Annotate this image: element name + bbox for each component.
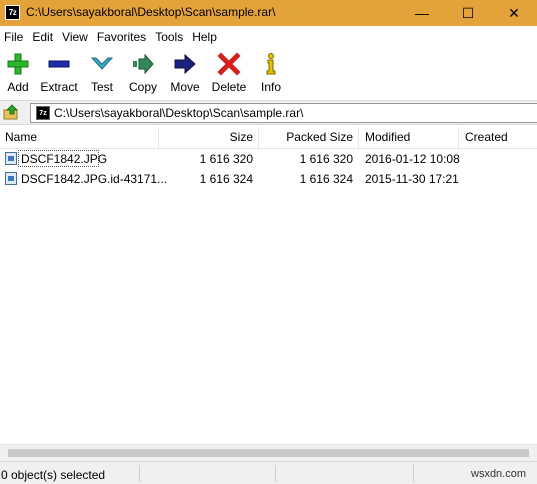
move-arrow-icon: [174, 53, 196, 75]
info-label: Info: [260, 80, 281, 94]
delete-label: Delete: [211, 80, 247, 94]
address-bar: 7z C:\Users\sayakboral\Desktop\Scan\samp…: [0, 100, 537, 125]
delete-x-icon: [217, 52, 241, 76]
add-button[interactable]: Add: [0, 48, 36, 98]
info-button[interactable]: Info: [252, 48, 290, 98]
menu-edit[interactable]: Edit: [28, 30, 58, 44]
menu-file[interactable]: File: [0, 30, 28, 44]
watermark-text: wsxdn.com: [471, 468, 527, 480]
column-divider[interactable]: [258, 127, 259, 148]
file-modified: 2015-11-30 17:21: [365, 172, 459, 186]
file-icon: [5, 172, 17, 185]
delete-button[interactable]: Delete: [206, 48, 252, 98]
copy-label: Copy: [128, 80, 157, 94]
test-label: Test: [90, 80, 113, 94]
path-text: C:\Users\sayakboral\Desktop\Scan\sample.…: [54, 106, 304, 120]
table-row[interactable]: DSCF1842.JPG 1 616 320 1 616 320 2016-01…: [0, 149, 537, 169]
column-name[interactable]: Name: [5, 130, 37, 144]
file-name: DSCF1842.JPG: [21, 152, 108, 166]
test-button[interactable]: Test: [82, 48, 122, 98]
app-icon: 7z: [5, 5, 20, 20]
table-row[interactable]: DSCF1842.JPG.id-43171... 1 616 324 1 616…: [0, 169, 537, 189]
menu-tools[interactable]: Tools: [151, 30, 188, 44]
horizontal-scrollbar[interactable]: [0, 444, 537, 461]
menu-bar: File Edit View Favorites Tools Help: [0, 26, 537, 48]
file-modified: 2016-01-12 10:08: [365, 152, 460, 166]
file-packed-size: 1 616 320: [299, 152, 353, 166]
menu-favorites[interactable]: Favorites: [93, 30, 151, 44]
file-name: DSCF1842.JPG.id-43171...: [21, 172, 168, 186]
archive-icon: 7z: [36, 106, 50, 120]
column-divider[interactable]: [358, 127, 359, 148]
folder-up-icon[interactable]: [3, 104, 20, 121]
move-label: Move: [170, 80, 200, 94]
minus-icon: [48, 60, 70, 68]
plus-icon: [7, 53, 29, 75]
add-label: Add: [7, 80, 29, 94]
path-input[interactable]: 7z C:\Users\sayakboral\Desktop\Scan\samp…: [30, 103, 537, 123]
toolbar: Add Extract Test Copy Move Delete Info: [0, 48, 537, 98]
minimize-button[interactable]: —: [399, 0, 445, 26]
menu-help[interactable]: Help: [188, 30, 222, 44]
file-size: 1 616 320: [199, 152, 253, 166]
checkmark-icon: [90, 57, 114, 70]
close-button[interactable]: ✕: [491, 0, 537, 26]
column-size[interactable]: Size: [230, 130, 253, 144]
file-size: 1 616 324: [199, 172, 253, 186]
title-bar: 7z C:\Users\sayakboral\Desktop\Scan\samp…: [0, 0, 537, 26]
extract-label: Extract: [40, 80, 78, 94]
status-divider: [275, 465, 276, 482]
menu-view[interactable]: View: [58, 30, 93, 44]
maximize-button[interactable]: ☐: [445, 0, 491, 26]
window-title: C:\Users\sayakboral\Desktop\Scan\sample.…: [26, 5, 276, 19]
extract-button[interactable]: Extract: [36, 48, 82, 98]
column-modified[interactable]: Modified: [365, 130, 410, 144]
copy-arrow-icon: [133, 53, 154, 75]
selection-status: 0 object(s) selected: [1, 468, 106, 482]
status-divider: [139, 465, 140, 482]
column-packed-size[interactable]: Packed Size: [286, 130, 353, 144]
column-header-row: Name Size Packed Size Modified Created: [0, 127, 537, 149]
status-divider: [413, 465, 414, 482]
column-created[interactable]: Created: [465, 130, 508, 144]
column-divider[interactable]: [158, 127, 159, 148]
info-icon: [266, 53, 276, 75]
image-file-icon: [5, 152, 17, 165]
column-divider[interactable]: [458, 127, 459, 148]
status-bar: 0 object(s) selected wsxdn.com: [0, 461, 537, 484]
file-list: Name Size Packed Size Modified Created D…: [0, 127, 537, 444]
scrollbar-thumb[interactable]: [8, 449, 529, 457]
copy-button[interactable]: Copy: [122, 48, 164, 98]
file-packed-size: 1 616 324: [299, 172, 353, 186]
move-button[interactable]: Move: [164, 48, 206, 98]
